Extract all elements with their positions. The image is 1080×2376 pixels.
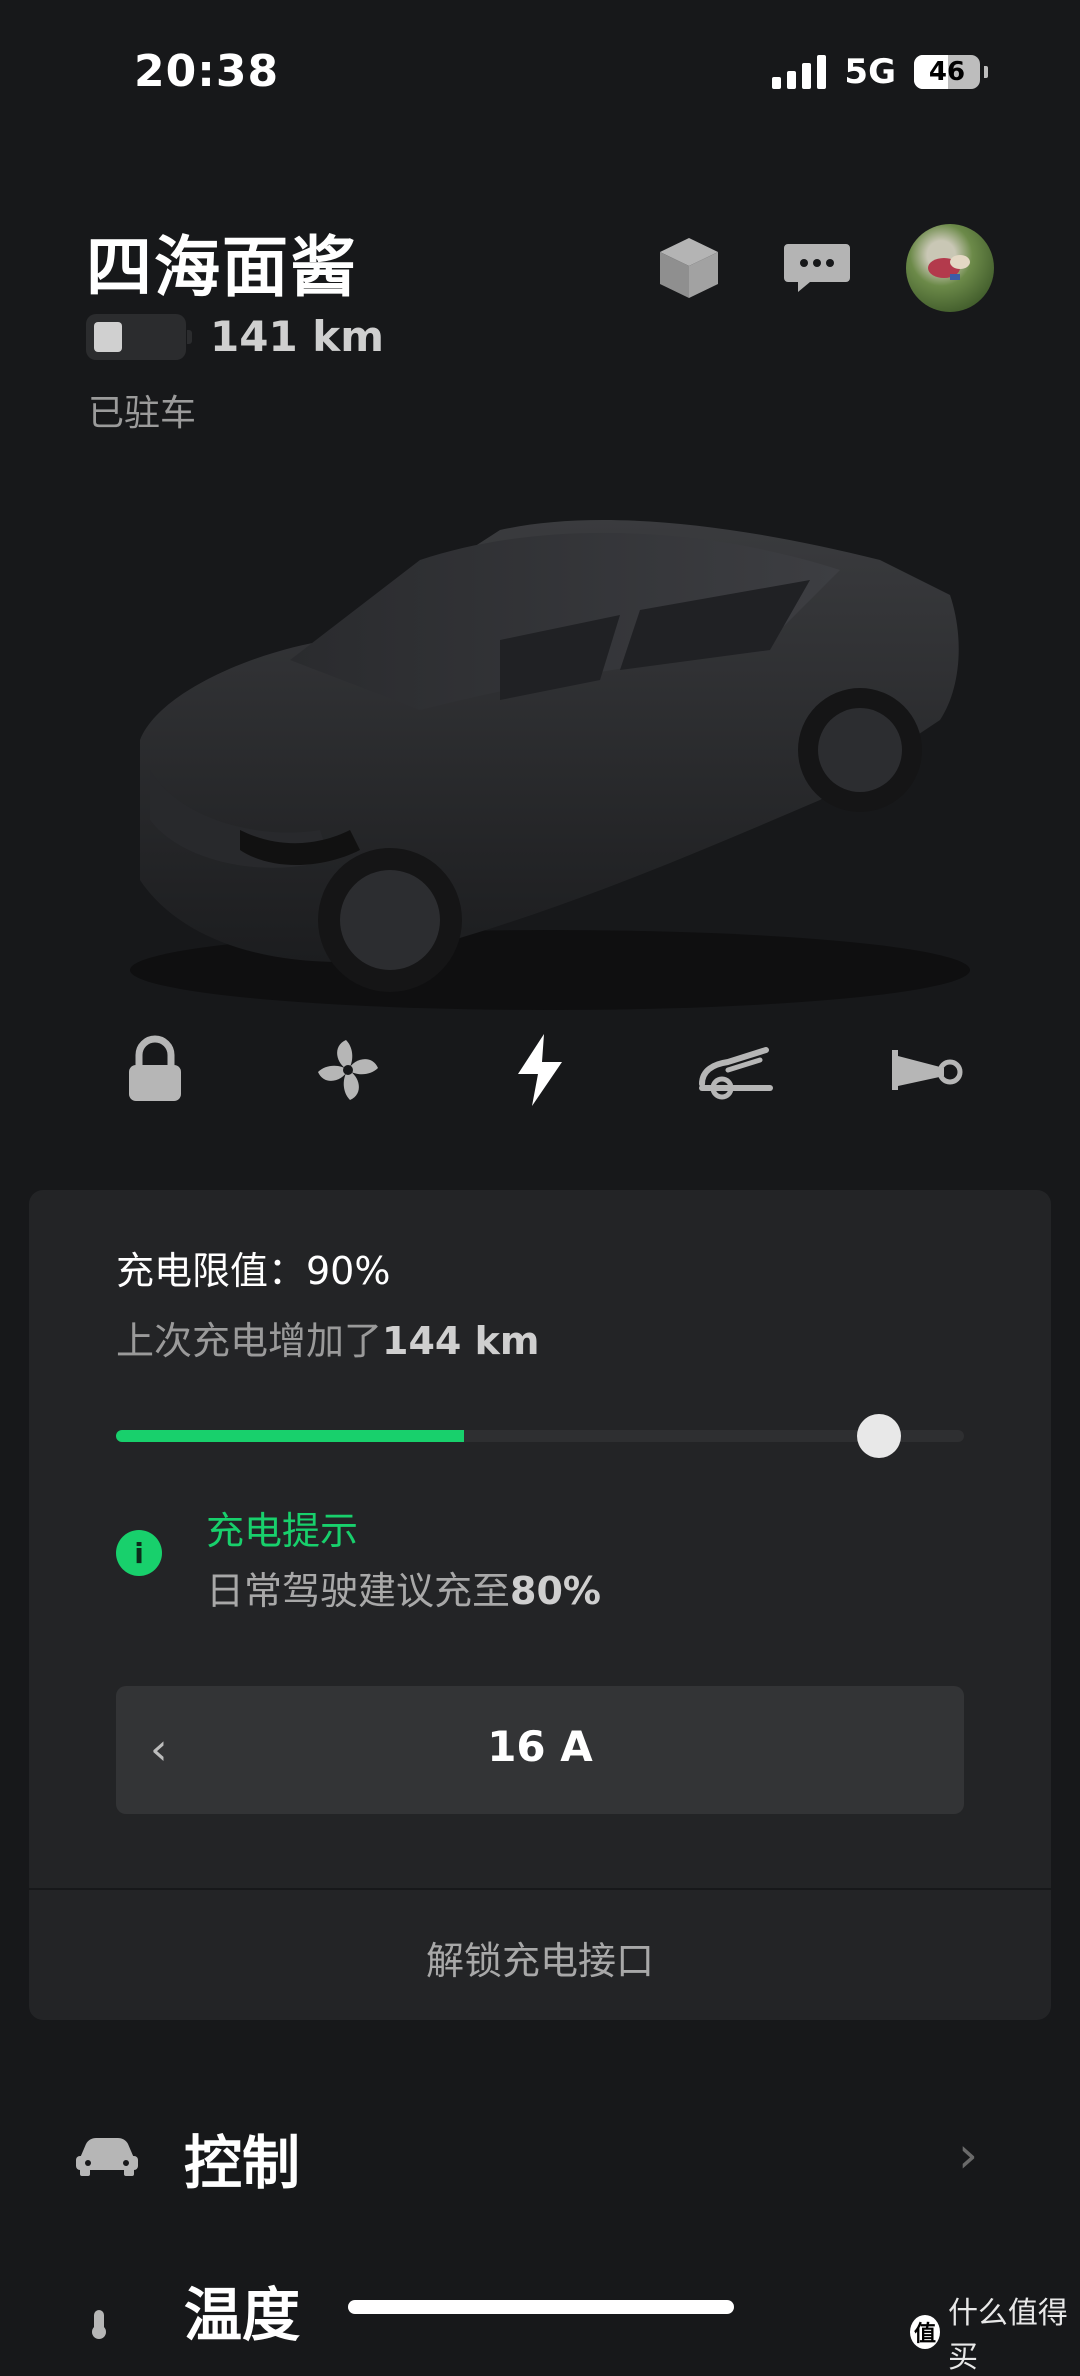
car-battery-icon: [86, 313, 192, 360]
home-indicator[interactable]: [348, 2300, 734, 2314]
status-time: 20:38: [134, 46, 280, 97]
car-icon: [74, 2130, 140, 2178]
info-icon: i: [116, 1530, 162, 1576]
battery-level: 46: [928, 57, 966, 87]
last-charge-value: 144 km: [382, 1319, 540, 1363]
range-row: 141 km: [86, 312, 384, 361]
charge-tip-value: 80%: [510, 1569, 601, 1613]
chevron-right-icon[interactable]: ›: [958, 2126, 978, 2184]
charge-tip-body: 日常驾驶建议充至80%: [206, 1560, 601, 1615]
park-status: 已驻车: [88, 393, 197, 434]
status-indicators: 5G 46: [772, 52, 988, 92]
watermark: 值 什么值得买: [910, 2288, 1080, 2376]
watermark-logo: 值: [910, 2315, 940, 2349]
temperature-icon: [84, 2310, 114, 2339]
cube-icon[interactable]: [654, 232, 724, 302]
fan-icon[interactable]: [308, 1030, 388, 1110]
signal-icon: [772, 55, 827, 89]
range-text: 141 km: [210, 312, 384, 361]
card-divider: [29, 1888, 1051, 1890]
charge-bolt-icon[interactable]: [500, 1030, 580, 1110]
lock-icon[interactable]: [115, 1030, 195, 1110]
avatar[interactable]: [906, 224, 994, 312]
car-name: 四海面酱: [86, 229, 358, 306]
charge-limit-knob[interactable]: [857, 1414, 902, 1458]
battery-icon: 46: [914, 55, 980, 89]
amperage-value: 16 A: [487, 1722, 593, 1771]
charge-limit-label: 充电限值：90%: [116, 1249, 391, 1293]
frunk-icon[interactable]: [694, 1030, 774, 1110]
network-type: 5G: [844, 52, 896, 92]
watermark-text: 什么值得买: [947, 2296, 1068, 2375]
controls-label[interactable]: 控制: [184, 2116, 300, 2200]
charge-level-fill: [116, 1430, 464, 1442]
last-charge-prefix: 上次充电增加了: [116, 1319, 383, 1363]
message-icon[interactable]: [782, 232, 852, 302]
charge-tip-prefix: 日常驾驶建议充至: [206, 1569, 511, 1613]
charge-tip-title: 充电提示: [206, 1509, 359, 1553]
horn-icon[interactable]: [886, 1030, 966, 1110]
last-charge-added: 上次充电增加了144 km: [116, 1310, 539, 1365]
unlock-charge-port-button[interactable]: 解锁充电接口: [29, 1930, 1051, 1985]
temperature-label[interactable]: 温度: [184, 2268, 300, 2352]
battery-tip: [984, 66, 988, 78]
car-image: [120, 500, 980, 1020]
